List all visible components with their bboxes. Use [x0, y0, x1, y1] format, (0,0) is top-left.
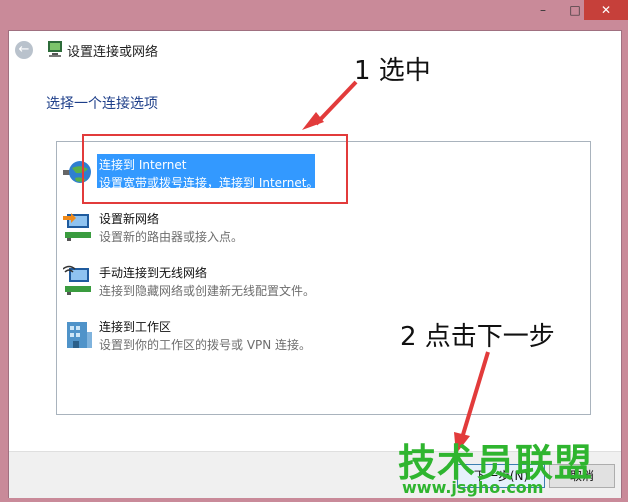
- annotation-arrows: [302, 80, 490, 454]
- watermark-logo: 技术员联盟 www.jsgho.com: [398, 432, 592, 502]
- arrow-to-option-icon: [314, 80, 358, 126]
- window-frame: – □ ✕ ← 设置连接或网络 选择一个连接选项 连接到 Internet 设置…: [0, 0, 628, 502]
- watermark-url: www.jsgho.com: [402, 478, 544, 497]
- arrow-to-next-icon: [460, 351, 490, 439]
- arrow-head-icon: [302, 112, 324, 130]
